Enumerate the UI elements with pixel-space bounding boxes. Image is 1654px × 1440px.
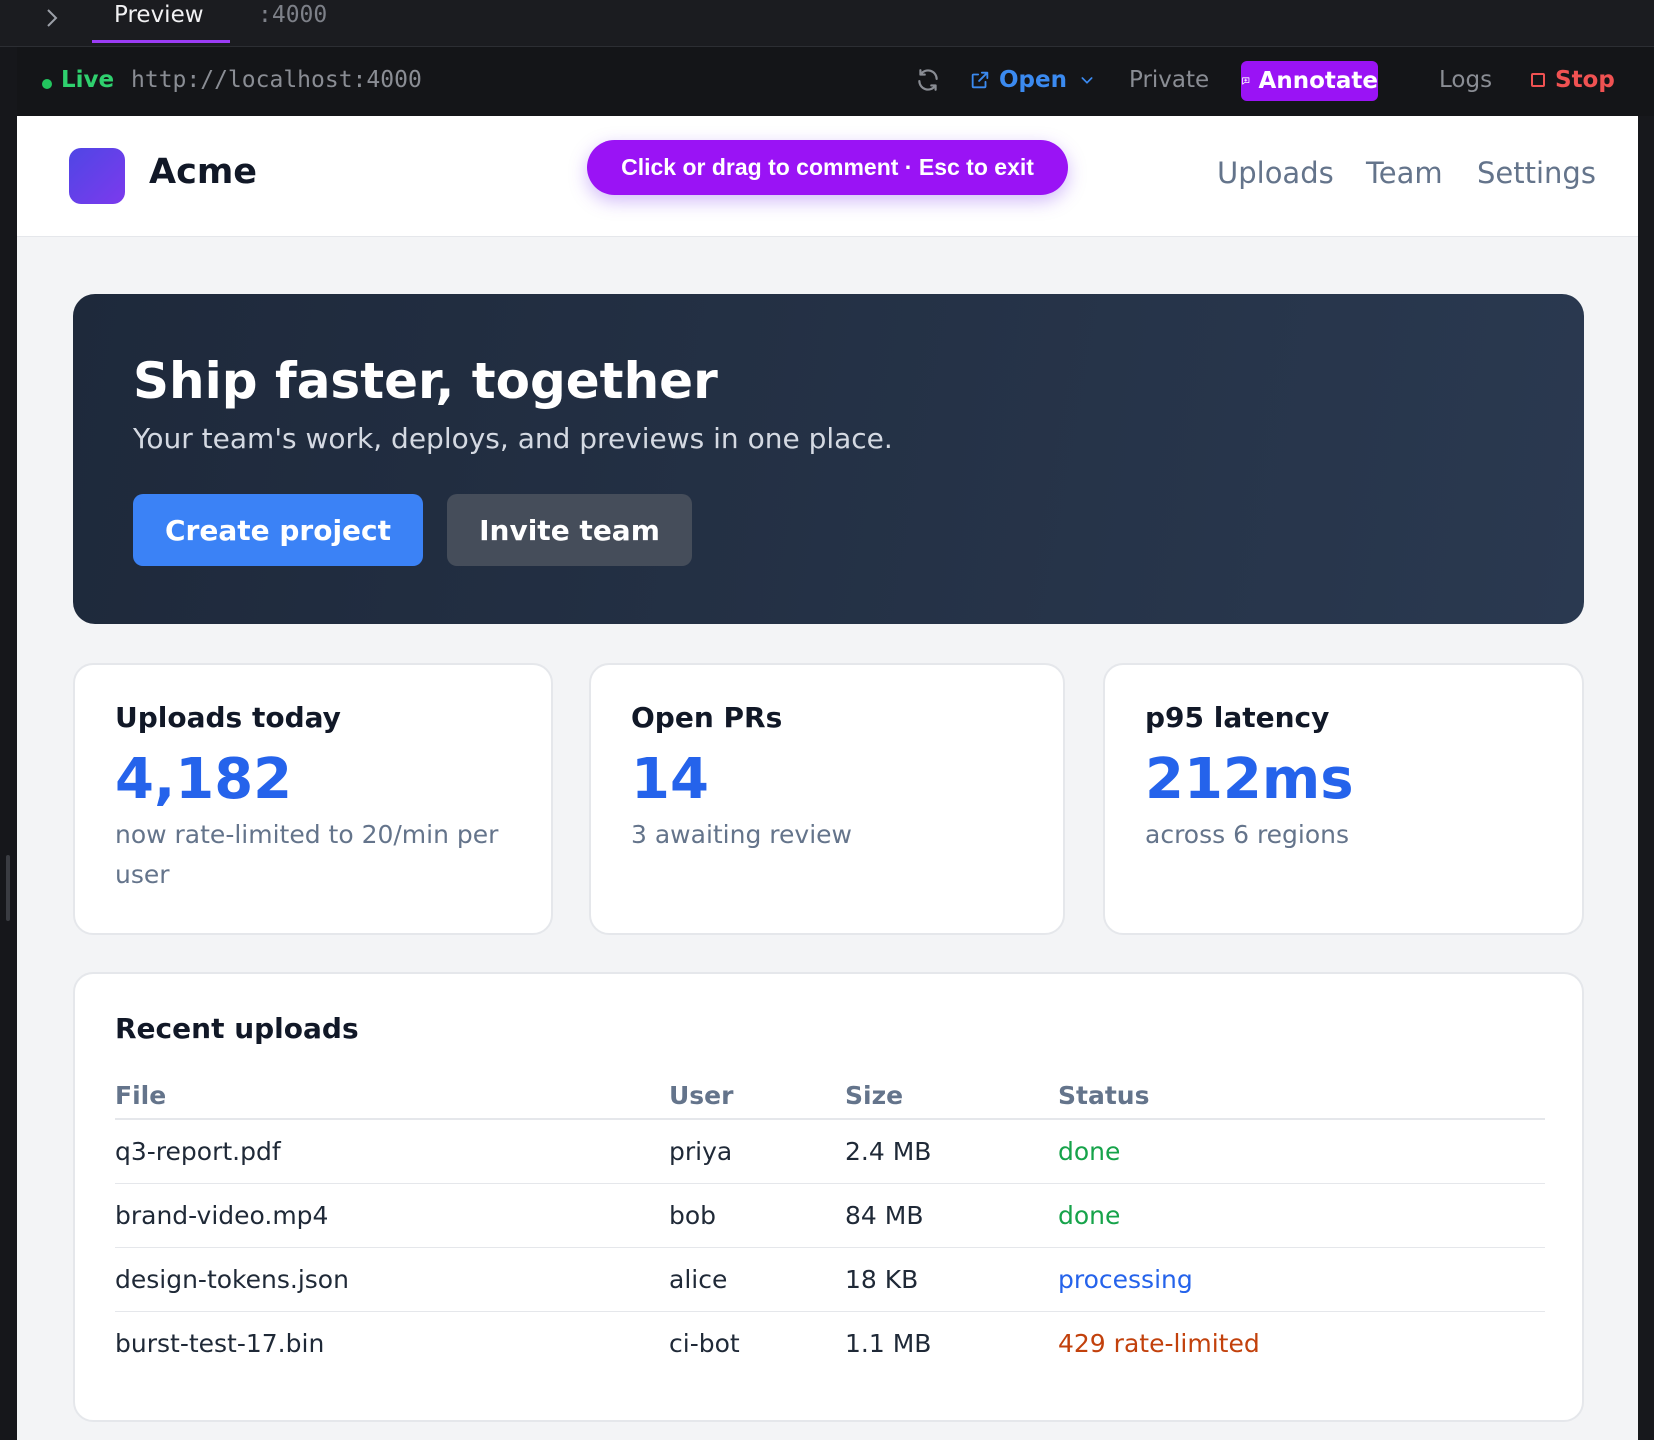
hero-title: Ship faster, together (133, 352, 718, 410)
cell-status: done (1058, 1183, 1545, 1248)
logs-button[interactable]: Logs (1439, 59, 1492, 101)
cell-size: 1.1 MB (845, 1329, 932, 1358)
stat-value: 14 (631, 747, 709, 812)
cell-status: processing (1058, 1247, 1545, 1312)
column-header-status: Status (1058, 1072, 1545, 1120)
stat-label: Uploads today (115, 701, 341, 734)
stat-card-uploads: Uploads today 4,182 now rate-limited to … (73, 663, 553, 935)
open-button[interactable]: Open (969, 59, 1103, 101)
table-row[interactable]: brand-video.mp4 bob 84 MB done (115, 1183, 1545, 1248)
stat-note: now rate-limited to 20/min per user (115, 820, 499, 889)
recent-uploads-card: Recent uploads File User Size Status q3-… (73, 972, 1584, 1422)
cell-file: design-tokens.json (115, 1247, 669, 1312)
cell-file: q3-report.pdf (115, 1119, 669, 1184)
preview-toolbar: Live http://localhost:4000 Open Private … (17, 47, 1654, 116)
table-row[interactable]: design-tokens.json alice 18 KB processin… (115, 1247, 1545, 1312)
cell-user: alice (669, 1247, 845, 1312)
cell-status: done (1058, 1119, 1545, 1184)
annotate-label: Annotate (1258, 68, 1378, 94)
live-status-dot (42, 79, 52, 89)
preview-url[interactable]: http://localhost:4000 (131, 67, 422, 93)
table-header-row: File User Size Status (115, 1072, 1545, 1120)
acme-logo-icon[interactable] (69, 148, 125, 204)
resize-handle[interactable] (6, 855, 10, 921)
comment-plus-icon (1242, 77, 1250, 85)
cell-size: 2.4 MB (845, 1119, 1058, 1184)
stat-card-latency: p95 latency 212ms across 6 regions (1103, 663, 1584, 935)
table-row[interactable]: q3-report.pdf priya 2.4 MB done (115, 1119, 1545, 1184)
annotate-button[interactable]: Annotate (1241, 61, 1378, 101)
tab-port[interactable]: :4000 (258, 2, 327, 28)
column-header-file: File (115, 1072, 669, 1120)
stop-label: Stop (1555, 67, 1615, 93)
cell-size: 84 MB (845, 1183, 1058, 1248)
brand-name[interactable]: Acme (149, 152, 257, 192)
annotation-mode-hint: Click or drag to comment · Esc to exit (587, 140, 1068, 195)
table-row[interactable]: burst-test-17.bin ci-bot 1.1 MB 429 rate… (115, 1312, 1545, 1376)
stat-note: across 6 regions (1145, 820, 1350, 849)
tab-preview[interactable]: Preview (92, 0, 230, 43)
ide-tab-bar: Preview :4000 (0, 0, 1654, 47)
create-project-button[interactable]: Create project (133, 494, 423, 566)
nav-uploads[interactable]: Uploads (1217, 156, 1334, 190)
stat-value: 4,182 (115, 747, 293, 812)
invite-team-button[interactable]: Invite team (447, 494, 692, 566)
cell-status: 429 rate-limited (1058, 1329, 1260, 1358)
preview-viewport[interactable]: Acme shboard Uploads Team Settings Click… (17, 116, 1638, 1440)
stat-card-open-prs: Open PRs 14 3 awaiting review (589, 663, 1065, 935)
cell-user: priya (669, 1119, 845, 1184)
open-label: Open (999, 67, 1067, 93)
stat-label: Open PRs (631, 701, 783, 734)
refresh-icon (918, 69, 938, 91)
cell-file: brand-video.mp4 (115, 1183, 669, 1248)
hero-banner: Ship faster, together Your team's work, … (73, 294, 1584, 624)
live-status-label: Live (61, 67, 115, 93)
cell-user: bob (669, 1183, 845, 1248)
column-header-user: User (669, 1072, 845, 1120)
cell-file: burst-test-17.bin (115, 1329, 325, 1358)
stop-button[interactable]: Stop (1531, 59, 1615, 101)
stat-label: p95 latency (1145, 701, 1330, 734)
uploads-table: File User Size Status q3-report.pdf priy… (115, 1072, 1545, 1375)
chevron-right-icon[interactable] (40, 6, 64, 30)
chevron-down-icon (1081, 77, 1093, 84)
refresh-button[interactable] (910, 59, 946, 101)
recent-uploads-title: Recent uploads (115, 1012, 359, 1045)
stat-note: 3 awaiting review (631, 820, 852, 849)
private-button[interactable]: Private (1129, 59, 1209, 101)
viewport-scrollbar[interactable] (1638, 116, 1654, 1440)
left-gutter (0, 47, 17, 1440)
column-header-size: Size (845, 1072, 1058, 1120)
nav-settings[interactable]: Settings (1477, 156, 1596, 190)
cell-size: 18 KB (845, 1247, 1058, 1312)
logs-label: Logs (1439, 67, 1493, 93)
external-link-icon (971, 71, 989, 89)
hero-subtitle: Your team's work, deploys, and previews … (133, 422, 893, 455)
nav-team[interactable]: Team (1366, 156, 1443, 190)
private-label: Private (1129, 67, 1210, 93)
cell-user: ci-bot (669, 1329, 740, 1358)
stat-value: 212ms (1145, 747, 1354, 812)
site-header: Acme shboard Uploads Team Settings Click… (17, 116, 1638, 237)
stop-icon (1531, 73, 1545, 87)
tab-preview-label: Preview (114, 2, 204, 28)
